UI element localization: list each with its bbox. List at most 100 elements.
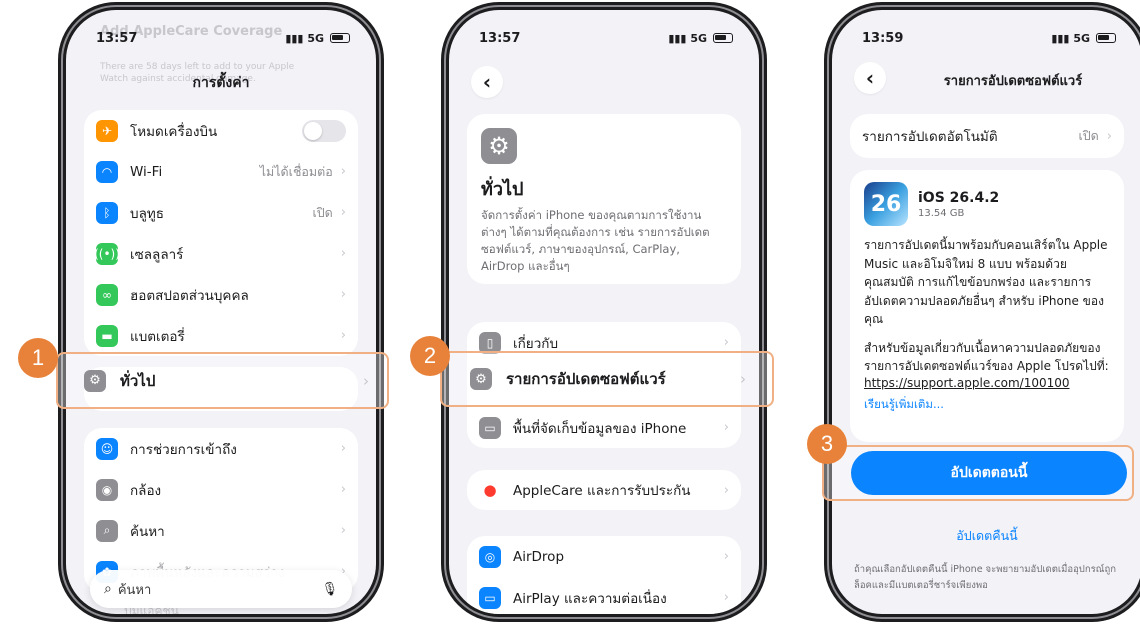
cellular-icon: ((•)) (94, 242, 120, 265)
chevron-right-icon: › (340, 287, 346, 302)
phone-software-update: 13:59 ▮▮▮ 5G ‹ รายการอัปเดตซอฟต์แวร์ ราย… (824, 2, 1140, 622)
settings-row-search[interactable]: ⌕ ค้นหา › (84, 510, 358, 551)
row-label: AppleCare และการรับประกัน (513, 483, 691, 499)
settings-row-camera[interactable]: ◉ กล้อง › (84, 469, 358, 510)
gear-icon: ⚙ (481, 128, 517, 164)
row-label: การช่วยการเข้าถึง (130, 441, 237, 458)
row-label: กล้อง (130, 482, 162, 499)
ios-size: 13.54 GB (918, 207, 965, 219)
row-label: ทั่วไป (120, 371, 156, 390)
signal-icon: ▮▮▮ 5G (1051, 31, 1090, 45)
back-button[interactable]: ‹ (854, 62, 886, 94)
bluetooth-icon: ᛒ (96, 201, 118, 224)
chevron-right-icon: › (340, 328, 346, 343)
apple-icon: ● (483, 481, 497, 499)
search-bar[interactable]: ⌕ ค้นหา 🎙 (90, 570, 352, 608)
row-label: รายการอัปเดตอัตโนมัติ (862, 129, 998, 145)
hotspot-icon: ∞ (96, 283, 118, 306)
chevron-right-icon: › (340, 441, 346, 456)
network-label: 5G (690, 31, 707, 45)
gear-icon: ⚙ (84, 369, 106, 392)
status-bar: 13:57 ▮▮▮ 5G (96, 28, 350, 48)
status-time: 13:57 (96, 30, 138, 46)
camera-icon: ◉ (96, 478, 118, 501)
auto-update-row[interactable]: รายการอัปเดตอัตโนมัติ เปิด › (850, 114, 1124, 158)
phone-general: 13:57 ▮▮▮ 5G ‹ ⚙ ทั่วไป จัดการตั้งค่า iP… (441, 2, 767, 622)
settings-row-bluetooth[interactable]: ᛒ บลูทูธ เปิด › (84, 192, 358, 233)
row-label: AirPlay และความต่อเนื่อง (513, 590, 667, 607)
step-badge-2: 2 (410, 336, 450, 376)
row-label: โหมดเครื่องบิน (130, 123, 218, 140)
airplane-toggle[interactable] (302, 119, 346, 142)
learn-more-link[interactable]: เรียนรู้เพิ่มเติม... (864, 396, 1110, 414)
general-row-highlight[interactable]: ⚙ ทั่วไป › (56, 352, 389, 409)
step-badge-1: 1 (18, 338, 58, 378)
general-row-airplay[interactable]: ▭ AirPlay และความต่อเนื่อง › (467, 577, 741, 614)
row-value: เปิด (312, 204, 333, 220)
general-row-airdrop[interactable]: ◎ AirDrop › (467, 536, 741, 577)
update-now-button[interactable]: อัปเดตตอนนี้ (851, 451, 1127, 495)
chevron-right-icon: › (723, 590, 729, 605)
update-tonight-button[interactable]: อัปเดตคืนนี้ (832, 526, 1140, 546)
signal-icon: ▮▮▮ 5G (668, 31, 707, 45)
battery-status-icon (713, 33, 733, 43)
chevron-left-icon: ‹ (865, 66, 875, 90)
settings-group-connectivity: ✈ โหมดเครื่องบิน ◠ Wi-Fi ไม่ได้เชื่อมต่อ… (84, 110, 358, 356)
general-row-applecare[interactable]: ● AppleCare และการรับประกัน › (467, 470, 741, 510)
ios-app-icon: 26 (864, 182, 908, 226)
settings-row-cellular[interactable]: ((•)) เซลลูลาร์ › (84, 233, 358, 274)
row-label: AirDrop (513, 548, 565, 565)
chevron-right-icon: › (723, 420, 729, 435)
row-label: ค้นหา (130, 523, 165, 540)
auto-update-group: รายการอัปเดตอัตโนมัติ เปิด › (850, 114, 1124, 158)
gear-icon: ⚙ (470, 368, 492, 390)
settings-row-wifi[interactable]: ◠ Wi-Fi ไม่ได้เชื่อมต่อ › (84, 151, 358, 192)
update-description: รายการอัปเดตนี้มาพร้อมกับคอนเสิร์ตใน App… (864, 238, 1108, 326)
faded-banner-text: There are 58 days left to add to your Ap… (100, 62, 295, 72)
status-time: 13:59 (862, 30, 904, 46)
battery-icon: ▬ (96, 324, 118, 347)
airdrop-icon: ◎ (479, 545, 501, 568)
support-link[interactable]: https://support.apple.com/100100 (864, 376, 1110, 390)
general-header-card: ⚙ ทั่วไป จัดการตั้งค่า iPhone ของคุณตามก… (467, 114, 741, 284)
general-title: ทั่วไป (481, 179, 524, 200)
search-icon: ⌕ (96, 519, 118, 542)
general-row-storage[interactable]: ▭ พื้นที่จัดเก็บข้อมูลของ iPhone › (467, 407, 741, 448)
microphone-icon[interactable]: 🎙 (321, 582, 338, 597)
chevron-right-icon: › (340, 164, 346, 179)
accessibility-icon: ☺ (96, 437, 118, 460)
airplay-icon: ▭ (479, 586, 501, 609)
general-group-applecare: ● AppleCare และการรับประกัน › (467, 470, 741, 510)
chevron-right-icon: › (340, 205, 346, 220)
phone-settings: Add AppleCare Coverage There are 58 days… (58, 2, 384, 622)
row-label: ฮอตสปอตส่วนบุคคล (130, 287, 249, 304)
settings-row-battery[interactable]: ▬ แบตเตอรี่ › (84, 315, 358, 356)
settings-row-hotspot[interactable]: ∞ ฮอตสปอตส่วนบุคคล › (84, 274, 358, 315)
network-label: 5G (1073, 31, 1090, 45)
ios-version: iOS 26.4.2 (918, 189, 1000, 206)
back-button[interactable]: ‹ (471, 66, 503, 98)
chevron-left-icon: ‹ (482, 70, 492, 94)
settings-screen: Add AppleCare Coverage There are 58 days… (66, 10, 376, 614)
row-value: ไม่ได้เชื่อมต่อ (259, 163, 333, 179)
chevron-right-icon: › (740, 370, 746, 388)
step-badge-3: 3 (807, 424, 847, 464)
chevron-right-icon: › (340, 246, 346, 261)
airplane-icon: ✈ (96, 119, 118, 142)
update-info-card: 26 iOS 26.4.2 13.54 GB รายการอัปเดตนี้มา… (850, 170, 1124, 442)
storage-icon: ▭ (479, 416, 501, 439)
general-group-airdrop: ◎ AirDrop › ▭ AirPlay และความต่อเนื่อง › (467, 536, 741, 614)
status-bar: 13:59 ▮▮▮ 5G (862, 28, 1116, 48)
chevron-right-icon: › (340, 523, 346, 538)
settings-row-airplane[interactable]: ✈ โหมดเครื่องบิน (84, 110, 358, 151)
settings-group-device: ☺ การช่วยการเข้าถึง › ◉ กล้อง › ⌕ ค้นหา … (84, 428, 358, 592)
page-title: รายการอัปเดตซอฟต์แวร์ (943, 74, 1083, 89)
software-update-row-highlight[interactable]: ⚙ รายการอัปเดตซอฟต์แวร์ › (440, 351, 774, 407)
battery-status-icon (1096, 33, 1116, 43)
settings-row-accessibility[interactable]: ☺ การช่วยการเข้าถึง › (84, 428, 358, 469)
network-label: 5G (307, 31, 324, 45)
security-description: สำหรับข้อมูลเกี่ยวกับเนื้อหาความปลอดภัยข… (864, 340, 1109, 374)
row-label: Wi-Fi (130, 163, 163, 180)
general-description: จัดการตั้งค่า iPhone ของคุณตามการใช้งานต… (481, 208, 710, 273)
search-input[interactable]: ค้นหา (118, 579, 322, 600)
